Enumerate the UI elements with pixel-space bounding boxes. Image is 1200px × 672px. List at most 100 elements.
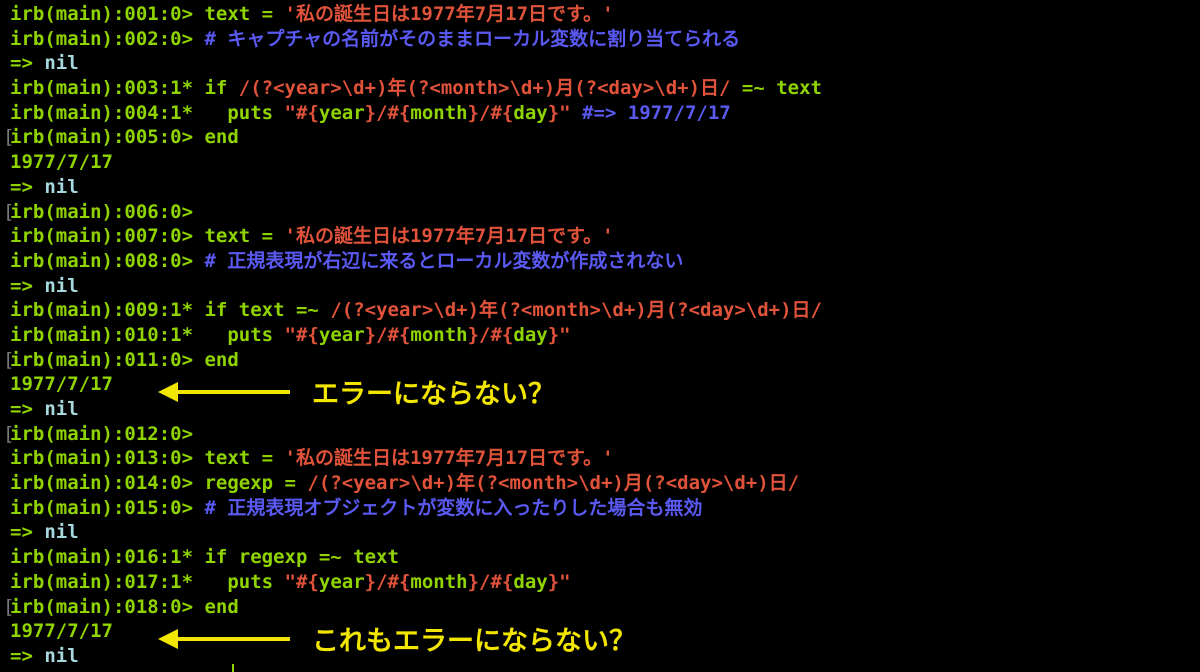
annotation-first: エラーにならない？ xyxy=(158,372,555,411)
terminal-line: irb(main):009:1* if text =~ /(?<year>\d+… xyxy=(10,298,1200,323)
code-token: # 正規表現が右辺に来るとローカル変数が作成されない xyxy=(204,249,684,272)
terminal-line: [irb(main):011:0> end xyxy=(3,348,1200,373)
terminal-line: => nil xyxy=(10,520,1200,545)
line-marker: [ xyxy=(3,126,15,149)
code-token: =~ text xyxy=(730,77,822,100)
line-marker: [ xyxy=(3,200,15,223)
code-token: year xyxy=(318,101,365,124)
code-token: irb(main):018:0> xyxy=(10,595,205,618)
code-token: irb(main):013:0> xyxy=(10,447,205,470)
code-token: if text =~ xyxy=(204,299,331,322)
code-token: => xyxy=(10,52,45,75)
code-token: #=> 1977/7/17 xyxy=(570,101,731,124)
terminal-line: => nil xyxy=(10,51,1200,76)
terminal-output: irb(main):001:0> text = '私の誕生日は1977年7月17… xyxy=(3,2,1200,669)
code-token: }" xyxy=(547,323,571,346)
code-token: /(?<year>\d+)年(?<month>\d+)月(?<day>\d+)日… xyxy=(238,77,731,100)
code-token: day xyxy=(513,323,548,346)
terminal-line: 1977/7/17 xyxy=(10,150,1200,175)
terminal-line: irb(main):008:0> # 正規表現が右辺に来るとローカル変数が作成さ… xyxy=(10,249,1200,274)
terminal-line: => nil xyxy=(10,274,1200,299)
line-marker: [ xyxy=(3,595,15,618)
terminal-line: [irb(main):005:0> end xyxy=(3,125,1200,150)
code-token: irb(main):014:0> xyxy=(10,472,205,495)
terminal-line: irb(main):017:1* puts "#{year}/#{month}/… xyxy=(10,570,1200,595)
code-token: nil xyxy=(44,274,79,297)
code-token: /(?<year>\d+)年(?<month>\d+)月(?<day>\d+)日… xyxy=(330,299,822,322)
code-token: }" xyxy=(547,101,571,124)
line-marker: [ xyxy=(3,348,15,371)
code-token: }/#{ xyxy=(364,323,411,346)
code-token: nil xyxy=(44,52,79,75)
left-arrow-icon xyxy=(158,381,290,402)
code-token: day xyxy=(513,101,548,124)
terminal-line: irb(main):002:0> # キャプチャの名前がそのままローカル変数に割… xyxy=(10,27,1200,52)
code-token: day xyxy=(513,570,548,593)
code-token: }/#{ xyxy=(467,101,514,124)
code-token: puts xyxy=(204,101,285,124)
code-token: month xyxy=(410,323,468,346)
terminal-window[interactable]: irb(main):001:0> text = '私の誕生日は1977年7月17… xyxy=(0,0,1200,672)
code-token: puts xyxy=(204,570,285,593)
terminal-line: [irb(main):012:0> xyxy=(3,422,1200,447)
code-token: irb(main):015:0> xyxy=(10,496,205,519)
terminal-line: irb(main):014:0> regexp = /(?<year>\d+)年… xyxy=(10,471,1200,496)
code-token: => xyxy=(10,398,45,420)
code-token: irb(main):004:1* xyxy=(10,101,205,124)
code-token: }/#{ xyxy=(467,570,514,593)
code-token: nil xyxy=(44,175,79,198)
code-token: => xyxy=(10,274,45,297)
code-token: if xyxy=(204,77,239,100)
code-token: "#{ xyxy=(284,101,319,124)
code-token: irb(main):006:0> xyxy=(10,200,194,223)
code-token: text = xyxy=(204,225,285,248)
code-token: 1977/7/17 xyxy=(10,151,113,174)
line-marker: [ xyxy=(3,422,15,445)
code-token: irb(main):011:0> xyxy=(10,348,205,371)
code-token: irb(main):009:1* xyxy=(10,299,205,322)
terminal-line: [irb(main):018:0> end xyxy=(3,595,1200,620)
left-arrow-icon xyxy=(158,628,290,649)
code-token: month xyxy=(410,570,468,593)
code-token: nil xyxy=(44,398,79,420)
code-token: # キャプチャの名前がそのままローカル変数に割り当てられる xyxy=(204,27,741,50)
code-token: irb(main):012:0> xyxy=(10,422,194,445)
text-cursor xyxy=(232,664,234,672)
code-token: end xyxy=(204,595,239,618)
code-token: nil xyxy=(44,521,79,544)
code-token: "#{ xyxy=(284,570,319,593)
annotation-second: これもエラーにならない？ xyxy=(158,619,636,658)
code-token: }/#{ xyxy=(364,101,411,124)
terminal-line: irb(main):007:0> text = '私の誕生日は1977年7月17… xyxy=(10,224,1200,249)
code-token: }/#{ xyxy=(467,323,514,346)
code-token: => xyxy=(10,644,45,667)
terminal-line: irb(main):015:0> # 正規表現オブジェクトが変数に入ったりした場… xyxy=(10,496,1200,521)
code-token: irb(main):017:1* xyxy=(10,570,205,593)
terminal-line: irb(main):003:1* if /(?<year>\d+)年(?<mon… xyxy=(10,76,1200,101)
code-token: month xyxy=(410,101,468,124)
code-token: }" xyxy=(547,570,571,593)
annotation-first-text: エラーにならない？ xyxy=(312,379,555,410)
code-token: => xyxy=(10,175,45,198)
code-token: '私の誕生日は1977年7月17日です。' xyxy=(284,447,614,470)
code-token: '私の誕生日は1977年7月17日です。' xyxy=(284,3,614,25)
code-token: year xyxy=(318,570,365,593)
code-token: /(?<year>\d+)年(?<month>\d+)月(?<day>\d+)日… xyxy=(307,472,800,495)
code-token: puts xyxy=(204,323,285,346)
code-token: nil xyxy=(44,644,79,667)
code-token: "#{ xyxy=(284,323,319,346)
code-token: regexp = xyxy=(204,472,308,495)
code-token: 1977/7/17 xyxy=(10,373,113,396)
code-token: irb(main):001:0> xyxy=(10,3,205,25)
code-token: '私の誕生日は1977年7月17日です。' xyxy=(284,225,614,248)
code-token: end xyxy=(204,126,239,149)
code-token: }/#{ xyxy=(364,570,411,593)
code-token: if regexp =~ text xyxy=(204,546,399,569)
terminal-line: irb(main):001:0> text = '私の誕生日は1977年7月17… xyxy=(10,2,1200,27)
code-token: text = xyxy=(204,3,285,25)
annotation-second-text: これもエラーにならない？ xyxy=(312,626,636,657)
terminal-line: irb(main):010:1* puts "#{year}/#{month}/… xyxy=(10,323,1200,348)
code-token: irb(main):008:0> xyxy=(10,249,205,272)
code-token: year xyxy=(318,323,365,346)
code-token: => xyxy=(10,521,45,544)
